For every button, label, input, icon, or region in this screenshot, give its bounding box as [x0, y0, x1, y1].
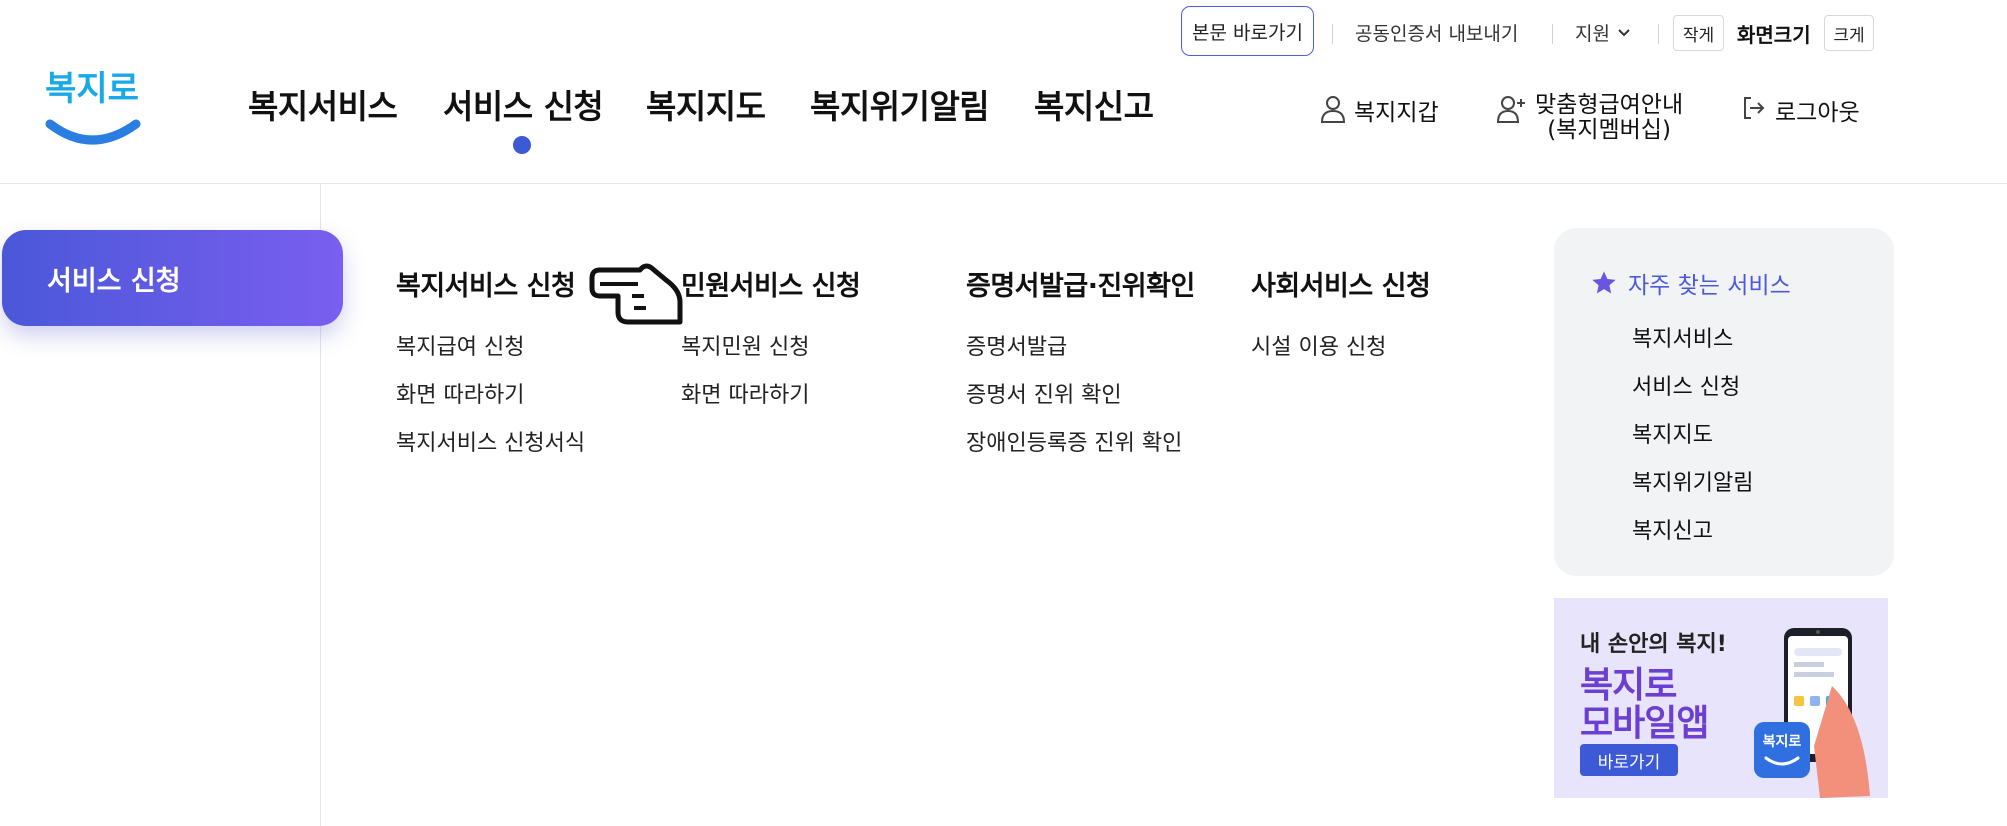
menu-heading-social-service[interactable]: 사회서비스 신청 [1251, 264, 1431, 303]
current-section-tab[interactable]: 서비스 신청 [2, 230, 343, 326]
menu-link-screen-guide[interactable]: 화면 따라하기 [681, 377, 809, 409]
frequent-services-label: 자주 찾는 서비스 [1628, 273, 1791, 299]
frequent-item-welfare-services[interactable]: 복지서비스 [1632, 321, 1733, 353]
support-label: 지원 [1575, 23, 1610, 45]
text-size-small-button[interactable]: 작게 [1673, 15, 1724, 51]
logout-label: 로그아웃 [1775, 100, 1860, 126]
user-icon [1320, 96, 1346, 123]
phone-in-hand-illustration: 복지로 [1754, 628, 1870, 798]
current-section-label: 서비스 신청 [47, 265, 181, 297]
header-divider [0, 183, 2007, 184]
frequent-item-welfare-map[interactable]: 복지지도 [1632, 417, 1713, 449]
menu-link-civil-petition-application[interactable]: 복지민원 신청 [681, 329, 809, 361]
membership-label-line1: 맞춤형급여안내 [1535, 92, 1684, 118]
support-dropdown[interactable]: 지원 [1575, 19, 1632, 46]
logout-icon [1744, 97, 1765, 119]
pointer-hand-cursor-icon [589, 263, 683, 325]
nav-item-welfare-map[interactable]: 복지지도 [646, 80, 766, 128]
export-certificate-link[interactable]: 공동인증서 내보내기 [1355, 19, 1518, 46]
skip-to-content-link[interactable]: 본문 바로가기 [1181, 6, 1314, 56]
banner-go-button[interactable]: 바로가기 [1580, 744, 1678, 776]
nav-item-service-application[interactable]: 서비스 신청 [443, 80, 604, 128]
menu-heading-certificate[interactable]: 증명서발급·진위확인 [966, 264, 1195, 303]
banner-tagline: 내 손안의 복지! [1580, 632, 1727, 657]
utility-divider [1658, 24, 1659, 44]
menu-heading-civil-application[interactable]: 민원서비스 신청 [681, 264, 861, 303]
frequent-item-crisis-alert[interactable]: 복지위기알림 [1632, 465, 1753, 497]
menu-link-certificate-verify[interactable]: 증명서 진위 확인 [966, 377, 1122, 409]
menu-heading-welfare-application[interactable]: 복지서비스 신청 [396, 264, 576, 303]
welfare-wallet-link[interactable]: 복지지갑 [1320, 93, 1439, 127]
app-icon-text: 복지로 [1763, 734, 1802, 750]
frequent-item-welfare-report[interactable]: 복지신고 [1632, 513, 1713, 545]
menu-link-screen-guide[interactable]: 화면 따라하기 [396, 377, 524, 409]
banner-headline-line2: 모바일앱 [1580, 703, 1709, 744]
frequent-services-title: 자주 찾는 서비스 [1590, 266, 1791, 300]
user-add-icon [1497, 96, 1525, 123]
nav-item-crisis-alert[interactable]: 복지위기알림 [810, 80, 990, 128]
text-size-large-button[interactable]: 크게 [1824, 15, 1874, 51]
nav-item-welfare-services[interactable]: 복지서비스 [248, 80, 398, 128]
active-nav-indicator [513, 136, 531, 154]
star-icon [1592, 271, 1616, 294]
menu-link-welfare-benefit-application[interactable]: 복지급여 신청 [396, 329, 524, 361]
membership-label-line2: (복지멤버십) [1547, 117, 1671, 143]
utility-divider [1332, 24, 1333, 44]
bokjiro-logo-mark: 복지로 [45, 69, 141, 145]
nav-item-welfare-report[interactable]: 복지신고 [1034, 80, 1154, 128]
logout-link[interactable]: 로그아웃 [1741, 93, 1860, 127]
mobile-app-banner[interactable]: 내 손안의 복지! 복지로 모바일앱 바로가기 복지로 [1554, 598, 1888, 798]
chevron-down-icon [1618, 28, 1630, 36]
welfare-membership-link[interactable]: 맞춤형급여안내 (복지멤버십) [1497, 93, 1683, 143]
utility-divider [1552, 24, 1553, 44]
frequent-item-service-application[interactable]: 서비스 신청 [1632, 369, 1740, 401]
site-logo[interactable]: 복지로 [44, 58, 144, 148]
screen-size-label: 화면크기 [1737, 23, 1811, 47]
logo-wordmark: 복지로 [45, 69, 139, 109]
welfare-wallet-label: 복지지갑 [1354, 100, 1439, 126]
menu-link-application-forms[interactable]: 복지서비스 신청서식 [396, 425, 585, 457]
menu-link-disability-card-verify[interactable]: 장애인등록증 진위 확인 [966, 425, 1182, 457]
menu-link-certificate-issue[interactable]: 증명서발급 [966, 329, 1067, 361]
menu-link-facility-use-application[interactable]: 시설 이용 신청 [1251, 329, 1386, 361]
